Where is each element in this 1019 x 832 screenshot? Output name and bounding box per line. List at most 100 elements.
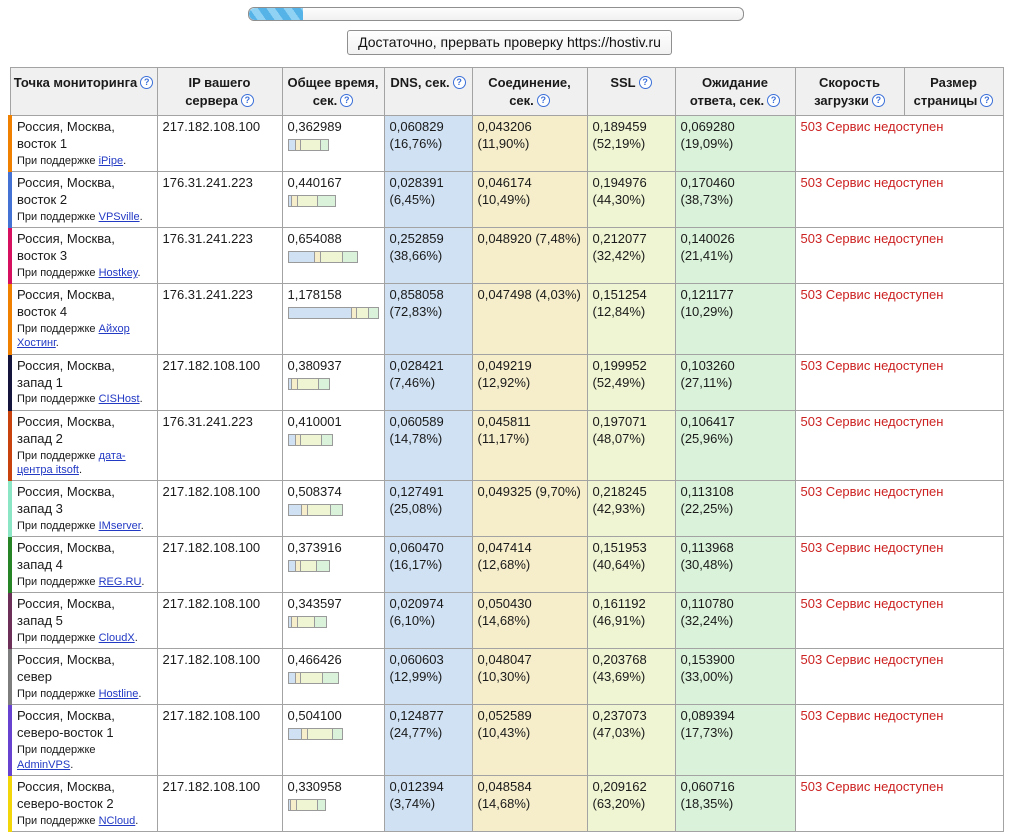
- total-time-cell: 0,654088: [282, 228, 384, 284]
- dns-time-cell: 0,020974 (6,10%): [384, 593, 472, 649]
- bar-wait-segment: [318, 195, 336, 207]
- provider-link[interactable]: VPSville: [99, 211, 140, 223]
- server-ip-cell: 217.182.108.100: [157, 649, 282, 705]
- column-header: Размер страницы?: [904, 68, 1003, 116]
- server-ip-cell: 176.31.241.223: [157, 410, 282, 480]
- wait-time-cell: 0,170460 (38,73%): [675, 172, 795, 228]
- provider-link[interactable]: CISHost: [99, 393, 140, 405]
- total-time-cell: 0,410001: [282, 410, 384, 480]
- total-time-cell: 0,440167: [282, 172, 384, 228]
- provider-link[interactable]: Hostkey: [99, 267, 138, 279]
- dns-time-cell: 0,060589 (14,78%): [384, 410, 472, 480]
- help-icon[interactable]: ?: [872, 94, 885, 107]
- bar-dns-segment: [288, 251, 315, 263]
- connection-time-cell: 0,048920 (7,48%): [472, 228, 587, 284]
- monitoring-point-name: Россия, Москва, восток 4: [17, 287, 152, 321]
- monitoring-point-cell: Россия, Москва, запад 4 При поддержке RE…: [10, 537, 157, 593]
- status-cell: 503 Сервис недоступен: [795, 705, 1003, 775]
- connection-time-cell: 0,049219 (12,92%): [472, 354, 587, 410]
- help-icon[interactable]: ?: [340, 94, 353, 107]
- bar-ssl-segment: [301, 139, 321, 151]
- column-header: SSL?: [587, 68, 675, 116]
- status-cell: 503 Сервис недоступен: [795, 284, 1003, 354]
- time-breakdown-bar: [288, 139, 379, 151]
- stop-check-button[interactable]: Достаточно, прервать проверку https://ho…: [347, 30, 672, 55]
- support-line: При поддержке CISHost.: [17, 392, 152, 406]
- support-line: При поддержке Hostkey.: [17, 266, 152, 280]
- server-ip-cell: 217.182.108.100: [157, 537, 282, 593]
- bar-ssl-segment: [298, 378, 319, 390]
- table-row: Россия, Москва, восток 4 При поддержке А…: [10, 284, 1003, 354]
- connection-time-cell: 0,052589 (10,43%): [472, 705, 587, 775]
- server-ip-cell: 217.182.108.100: [157, 705, 282, 775]
- server-ip-cell: 217.182.108.100: [157, 775, 282, 831]
- provider-link[interactable]: REG.RU: [99, 576, 142, 588]
- bar-ssl-segment: [298, 195, 319, 207]
- ssl-time-cell: 0,151254 (12,84%): [587, 284, 675, 354]
- bar-ssl-segment: [297, 799, 319, 811]
- status-cell: 503 Сервис недоступен: [795, 354, 1003, 410]
- time-breakdown-bar: [288, 616, 379, 628]
- support-line: При поддержке iPipe.: [17, 154, 152, 168]
- bar-wait-segment: [321, 139, 329, 151]
- dns-time-cell: 0,060603 (12,99%): [384, 649, 472, 705]
- total-time-cell: 0,330958: [282, 775, 384, 831]
- wait-time-cell: 0,110780 (32,24%): [675, 593, 795, 649]
- monitoring-point-name: Россия, Москва, восток 1: [17, 119, 152, 153]
- wait-time-cell: 0,153900 (33,00%): [675, 649, 795, 705]
- provider-link[interactable]: iPipe: [99, 155, 123, 167]
- bar-wait-segment: [343, 251, 358, 263]
- support-line: При поддержке AdminVPS.: [17, 743, 152, 772]
- support-line: При поддержке Айхор Хостинг.: [17, 322, 152, 351]
- help-icon[interactable]: ?: [241, 94, 254, 107]
- connection-time-cell: 0,049325 (9,70%): [472, 481, 587, 537]
- connection-time-cell: 0,048047 (10,30%): [472, 649, 587, 705]
- connection-time-cell: 0,047414 (12,68%): [472, 537, 587, 593]
- monitoring-point-cell: Россия, Москва, запад 2 При поддержке да…: [10, 410, 157, 480]
- monitoring-point-name: Россия, Москва, запад 1: [17, 358, 152, 392]
- bar-ssl-segment: [301, 434, 322, 446]
- table-row: Россия, Москва, север При поддержке Host…: [10, 649, 1003, 705]
- status-cell: 503 Сервис недоступен: [795, 775, 1003, 831]
- monitoring-point-cell: Россия, Москва, запад 1 При поддержке CI…: [10, 354, 157, 410]
- support-line: При поддержке REG.RU.: [17, 575, 152, 589]
- monitoring-point-name: Россия, Москва, север: [17, 652, 152, 686]
- status-cell: 503 Сервис недоступен: [795, 116, 1003, 172]
- ssl-time-cell: 0,199952 (52,49%): [587, 354, 675, 410]
- monitoring-point-name: Россия, Москва, запад 3: [17, 484, 152, 518]
- total-time-cell: 0,362989: [282, 116, 384, 172]
- table-row: Россия, Москва, восток 2 При поддержке V…: [10, 172, 1003, 228]
- help-icon[interactable]: ?: [639, 76, 652, 89]
- status-cell: 503 Сервис недоступен: [795, 481, 1003, 537]
- wait-time-cell: 0,089394 (17,73%): [675, 705, 795, 775]
- time-breakdown-bar: [288, 799, 379, 811]
- help-icon[interactable]: ?: [767, 94, 780, 107]
- bar-wait-segment: [319, 378, 330, 390]
- total-time-cell: 0,504100: [282, 705, 384, 775]
- time-breakdown-bar: [288, 195, 379, 207]
- ssl-time-cell: 0,194976 (44,30%): [587, 172, 675, 228]
- monitoring-point-name: Россия, Москва, запад 5: [17, 596, 152, 630]
- table-row: Россия, Москва, восток 1 При поддержке i…: [10, 116, 1003, 172]
- wait-time-cell: 0,103260 (27,11%): [675, 354, 795, 410]
- provider-link[interactable]: NCloud: [99, 815, 136, 827]
- help-icon[interactable]: ?: [980, 94, 993, 107]
- support-line: При поддержке VPSville.: [17, 210, 152, 224]
- provider-link[interactable]: IMserver: [99, 520, 141, 532]
- support-line: При поддержке Hostline.: [17, 687, 152, 701]
- help-icon[interactable]: ?: [537, 94, 550, 107]
- provider-link[interactable]: Hostline: [99, 688, 139, 700]
- ssl-time-cell: 0,218245 (42,93%): [587, 481, 675, 537]
- table-row: Россия, Москва, запад 5 При поддержке Cl…: [10, 593, 1003, 649]
- bar-ssl-segment: [321, 251, 343, 263]
- bar-dns-segment: [288, 672, 296, 684]
- status-cell: 503 Сервис недоступен: [795, 593, 1003, 649]
- provider-link[interactable]: CloudX: [99, 632, 135, 644]
- connection-time-cell: 0,050430 (14,68%): [472, 593, 587, 649]
- dns-time-cell: 0,028421 (7,46%): [384, 354, 472, 410]
- time-breakdown-bar: [288, 251, 379, 263]
- help-icon[interactable]: ?: [453, 76, 466, 89]
- bar-dns-segment: [288, 434, 296, 446]
- provider-link[interactable]: AdminVPS: [17, 759, 70, 771]
- help-icon[interactable]: ?: [140, 76, 153, 89]
